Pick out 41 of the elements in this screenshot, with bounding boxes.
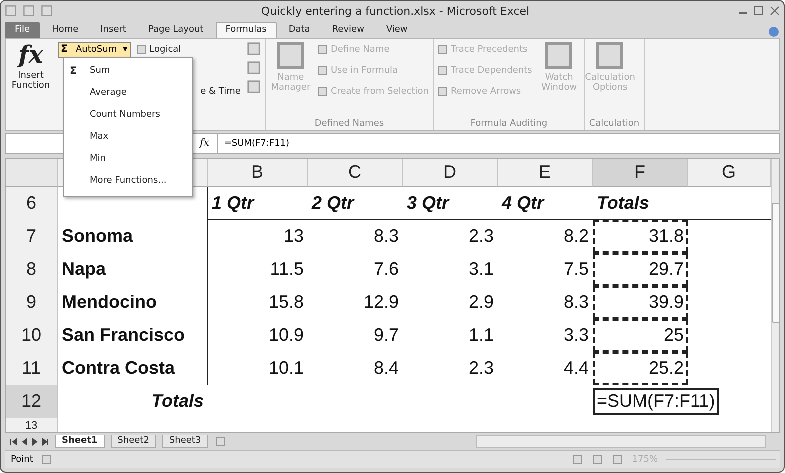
group-label: Defined Names (314, 119, 386, 130)
table-cell-text: 15.8 (268, 291, 305, 314)
table-cell-text: 13 (282, 225, 305, 248)
group-label: Calculation (589, 119, 640, 130)
table-cell-text: 8.3 (372, 225, 400, 248)
table-cell-text: 9.7 (372, 324, 400, 348)
table-cell-text: 8.2 (562, 225, 590, 248)
window-title: Quickly entering a function.xlsx - Microsoft Excel (260, 4, 531, 18)
table-cell-text: 2.3 (468, 357, 495, 380)
table-cell: 29.7 (593, 253, 688, 286)
status-mode: Point (11, 454, 34, 465)
table-cell: Napa (58, 253, 208, 286)
table-cell-text: 10.9 (268, 324, 305, 348)
table-cell-text: 3.1 (468, 258, 495, 282)
table-cell: 1 Qtr (208, 187, 308, 220)
table-cell-text: 11.5 (269, 258, 305, 282)
table-cell-text: Totals (150, 390, 205, 414)
table-cell-text: 7.5 (562, 258, 590, 282)
table-cell-text: 8.4 (372, 357, 400, 380)
table-cell: 3 Qtr (403, 187, 498, 220)
table-cell: 31.8 (593, 220, 688, 254)
table-cell-text: 2.3 (468, 225, 495, 248)
table-cell-text: 2.9 (468, 291, 495, 314)
table-cell-text: 8.3 (562, 291, 590, 314)
table-cell: 4 Qtr (498, 187, 593, 220)
table-cell-text: 1.1 (468, 324, 495, 348)
table-cell: Totals (593, 187, 688, 220)
table-cell: 25.2 (593, 352, 688, 386)
table-cell: Mendocino (58, 286, 208, 320)
table-cell-text: 4.4 (562, 357, 590, 380)
table-cell: San Francisco (58, 319, 208, 352)
table-cell: 2 Qtr (308, 187, 403, 220)
table-cell: 39.9 (593, 286, 688, 320)
table-cell-text: 3.3 (562, 324, 590, 348)
group-label: Formula Auditing (470, 119, 549, 130)
table-cell: 25 (593, 319, 688, 352)
table-cell-text: 12.9 (362, 291, 400, 314)
table-cell-text: 7.6 (372, 258, 400, 282)
table-cell: Contra Costa (58, 352, 208, 386)
table-cell: Sonoma (58, 220, 208, 254)
table-cell-text: 10.1 (268, 357, 305, 380)
